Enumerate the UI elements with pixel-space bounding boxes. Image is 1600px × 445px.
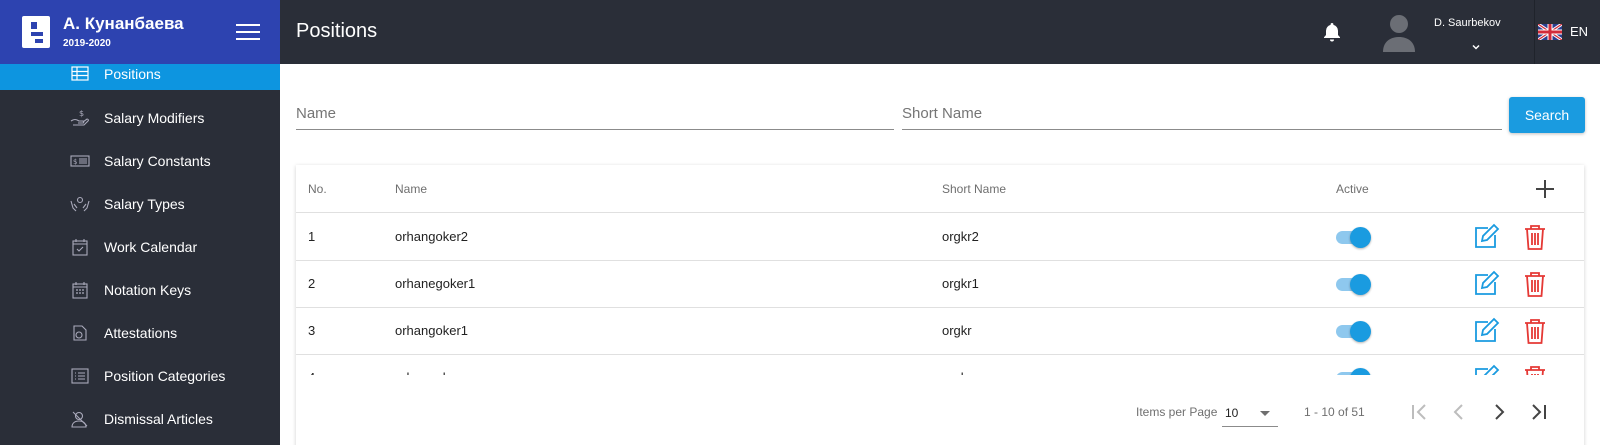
edit-icon[interactable] xyxy=(1472,270,1500,298)
brand-area: А. Кунанбаева 2019-2020 xyxy=(0,0,280,64)
cell-name: orhanegoker1 xyxy=(395,276,476,291)
sidebar-item-dismissal-articles[interactable]: Dismissal Articles xyxy=(0,403,280,435)
dropdown-arrow-icon xyxy=(1260,411,1270,416)
previous-page-icon[interactable] xyxy=(1446,399,1472,425)
table-row: 1 orhangoker2 orgkr2 xyxy=(296,213,1584,261)
table-body: 1 orhangoker2 orgkr2 2 orhanegoker1 orgk… xyxy=(296,213,1584,375)
user-x-icon xyxy=(70,410,90,428)
edit-icon[interactable] xyxy=(1472,317,1500,345)
calendar-check-icon xyxy=(70,238,90,256)
cell-name: orhangoker1 xyxy=(395,323,468,338)
search-button[interactable]: Search xyxy=(1509,97,1585,133)
name-search-input[interactable] xyxy=(296,94,894,130)
active-toggle[interactable] xyxy=(1336,367,1372,375)
cell-no: 1 xyxy=(308,229,316,244)
active-toggle[interactable] xyxy=(1336,273,1372,295)
add-icon[interactable] xyxy=(1534,178,1556,200)
cell-short-name: orgkr1 xyxy=(942,276,979,291)
cell-no: 2 xyxy=(308,276,316,291)
next-page-icon[interactable] xyxy=(1486,399,1512,425)
table-header: No. Name Short Name Active xyxy=(296,165,1584,213)
cell-short-name: orgkr xyxy=(942,323,972,338)
page-title: Positions xyxy=(296,20,378,42)
edit-icon[interactable] xyxy=(1472,223,1500,251)
column-header-short-name[interactable]: Short Name xyxy=(942,182,1006,196)
table-row: 2 orhanegoker1 orgkr1 xyxy=(296,260,1584,308)
sidebar-item-label: Attestations xyxy=(104,325,178,341)
short-name-search-input[interactable] xyxy=(902,94,1502,130)
trash-icon[interactable] xyxy=(1522,270,1548,298)
sidebar-item-notation-keys[interactable]: Notation Keys xyxy=(0,274,280,306)
certificate-icon xyxy=(70,324,90,342)
school-name: А. Кунанбаева xyxy=(63,14,184,33)
sidebar-item-work-calendar[interactable]: Work Calendar xyxy=(0,231,280,263)
sidebar-item-attestations[interactable]: Attestations xyxy=(0,317,280,349)
sidebar-item-position-categories[interactable]: Position Categories xyxy=(0,360,280,392)
items-per-page-select[interactable]: 10 xyxy=(1222,399,1278,427)
edit-icon[interactable] xyxy=(1472,364,1500,375)
column-header-name[interactable]: Name xyxy=(395,182,427,196)
sidebar-item-label: Position Categories xyxy=(104,368,226,384)
trash-icon[interactable] xyxy=(1522,223,1548,251)
table-icon xyxy=(70,65,90,83)
items-per-page-value: 10 xyxy=(1225,406,1239,420)
sidebar-item-salary-constants[interactable]: $ Salary Constants xyxy=(0,145,280,177)
uk-flag-icon xyxy=(1537,22,1563,42)
column-header-active[interactable]: Active xyxy=(1336,182,1369,196)
table-row: 4 orhangoker orgkr xyxy=(296,354,1584,375)
sidebar: Positions $ Salary Modifiers $ Salary Co… xyxy=(0,64,280,445)
svg-text:$: $ xyxy=(73,158,77,166)
positions-table: No. Name Short Name Active 1 orhangoker2… xyxy=(296,165,1584,445)
chevron-down-icon[interactable] xyxy=(1470,40,1482,52)
page-range-label: 1 - 10 of 51 xyxy=(1304,405,1365,419)
school-logo-icon xyxy=(22,16,50,48)
cell-name: orhangoker2 xyxy=(395,229,468,244)
first-page-icon[interactable] xyxy=(1406,399,1432,425)
sidebar-item-label: Salary Types xyxy=(104,196,185,212)
last-page-icon[interactable] xyxy=(1526,399,1552,425)
sidebar-item-label: Work Calendar xyxy=(104,239,198,255)
sidebar-item-label: Dismissal Articles xyxy=(104,411,213,427)
column-header-no[interactable]: No. xyxy=(308,182,327,196)
language-selector[interactable]: EN xyxy=(1536,0,1600,64)
active-toggle[interactable] xyxy=(1336,320,1372,342)
sidebar-item-label: Salary Modifiers xyxy=(104,110,205,126)
trash-icon[interactable] xyxy=(1522,317,1548,345)
sidebar-item-salary-types[interactable]: Salary Types xyxy=(0,188,280,220)
sidebar-item-label: Positions xyxy=(104,66,161,82)
cell-no: 3 xyxy=(308,323,316,338)
cell-short-name: orgkr2 xyxy=(942,229,979,244)
hands-coins-icon xyxy=(70,195,90,213)
sidebar-item-positions[interactable]: Positions xyxy=(0,64,280,90)
language-code: EN xyxy=(1570,24,1589,39)
school-year: 2019-2020 xyxy=(63,38,111,49)
divider xyxy=(1534,0,1535,64)
sidebar-item-label: Salary Constants xyxy=(104,153,211,169)
user-name[interactable]: D. Saurbekov xyxy=(1434,17,1501,29)
user-avatar[interactable] xyxy=(1381,12,1417,52)
notifications-bell-icon[interactable] xyxy=(1320,20,1344,44)
items-per-page-label: Items per Page xyxy=(1136,405,1218,419)
active-toggle[interactable] xyxy=(1336,226,1372,248)
sidebar-item-label: Notation Keys xyxy=(104,282,192,298)
main-content: Search No. Name Short Name Active 1 orha… xyxy=(280,64,1600,445)
hand-dollar-icon: $ xyxy=(70,109,90,127)
top-bar: А. Кунанбаева 2019-2020 Positions D. Sau… xyxy=(0,0,1600,64)
list-icon xyxy=(70,367,90,385)
hamburger-menu-icon[interactable] xyxy=(236,22,260,42)
table-row: 3 orhangoker1 orgkr xyxy=(296,307,1584,355)
sidebar-item-salary-modifiers[interactable]: $ Salary Modifiers xyxy=(0,102,280,134)
svg-text:$: $ xyxy=(79,109,84,118)
trash-icon[interactable] xyxy=(1522,364,1548,375)
calendar-grid-icon xyxy=(70,281,90,299)
money-bill-icon: $ xyxy=(70,152,90,170)
pagination: Items per Page 10 1 - 10 of 51 xyxy=(296,375,1584,445)
